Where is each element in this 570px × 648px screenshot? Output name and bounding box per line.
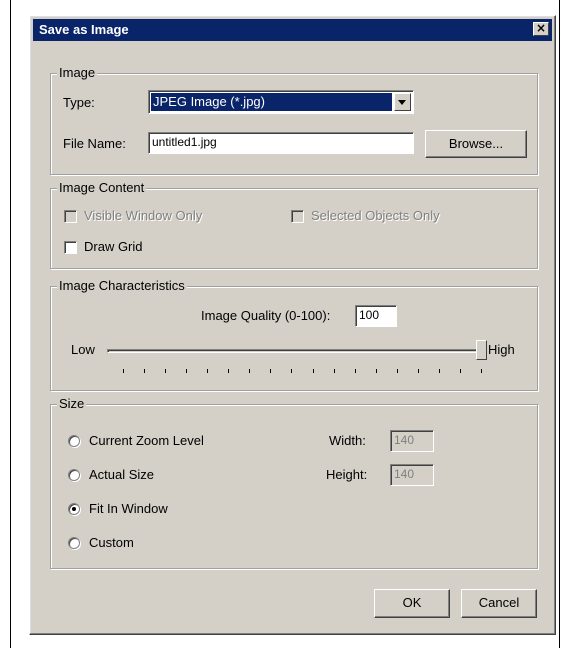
actual-size-label: Actual Size [89, 467, 155, 482]
slider-tick [123, 369, 124, 373]
height-label: Height: [326, 467, 368, 482]
filename-label: File Name: [63, 136, 126, 151]
draw-grid-checkbox[interactable] [64, 241, 77, 254]
slider-tick [375, 369, 377, 373]
image-characteristics-group-legend: Image Characteristics [57, 278, 187, 294]
type-label: Type: [63, 95, 95, 110]
actual-size-radio[interactable] [68, 469, 80, 481]
filename-input[interactable]: untitled1.jpg [148, 132, 414, 154]
type-select-value: JPEG Image (*.jpg) [151, 93, 392, 111]
slider-tick [481, 369, 482, 373]
selected-objects-only-label: Selected Objects Only [311, 208, 440, 223]
width-input[interactable]: 140 [390, 430, 434, 452]
close-button[interactable]: × [533, 22, 549, 36]
width-label: Width: [329, 433, 366, 448]
slider-tick [249, 369, 251, 373]
custom-label: Custom [89, 535, 134, 550]
ok-button[interactable]: OK [374, 589, 450, 618]
current-zoom-level-label: Current Zoom Level [89, 433, 204, 448]
image-quality-label: Image Quality (0-100): [201, 308, 331, 323]
cancel-button[interactable]: Cancel [461, 589, 537, 618]
visible-window-only-label: Visible Window Only [84, 208, 203, 223]
slider-tick [438, 369, 440, 373]
current-zoom-level-radio[interactable] [68, 435, 80, 447]
slider-tick [207, 369, 209, 373]
high-label: High [488, 342, 515, 357]
slider-tick [354, 369, 356, 373]
slider-tick [459, 369, 461, 373]
image-content-group-legend: Image Content [57, 180, 147, 196]
height-input[interactable]: 140 [390, 464, 434, 486]
browse-button[interactable]: Browse... [425, 130, 527, 158]
title-bar[interactable]: Save as Image × [33, 19, 552, 41]
slider-tick [186, 369, 188, 373]
slider-tick [312, 369, 314, 373]
slider-tick [165, 369, 167, 373]
slider-tick [291, 369, 293, 373]
fit-in-window-radio[interactable] [68, 503, 80, 515]
slider-tick [417, 369, 419, 373]
close-icon: × [535, 21, 547, 35]
slider-tick [396, 369, 398, 373]
visible-window-only-checkbox[interactable] [64, 210, 77, 223]
image-content-group: Image Content Visible Window Only Select… [50, 180, 538, 269]
image-group: Image Type: JPEG Image (*.jpg) File Name… [50, 65, 538, 175]
image-group-legend: Image [57, 65, 98, 81]
dialog-title: Save as Image [39, 22, 129, 37]
slider-tick [144, 369, 146, 373]
quality-slider-thumb[interactable] [476, 340, 487, 360]
type-select[interactable]: JPEG Image (*.jpg) [148, 90, 414, 114]
custom-radio[interactable] [68, 537, 80, 549]
chevron-down-icon[interactable] [394, 93, 411, 111]
low-label: Low [71, 342, 95, 357]
slider-tick [333, 369, 335, 373]
slider-tick [270, 369, 272, 373]
frame-line-right [559, 0, 560, 648]
slider-tick [228, 369, 230, 373]
size-group-legend: Size [57, 396, 87, 412]
draw-grid-label: Draw Grid [84, 239, 143, 254]
frame-line-left [10, 0, 11, 648]
image-quality-input[interactable]: 100 [355, 305, 397, 327]
fit-in-window-label: Fit In Window [89, 501, 168, 516]
size-group: Size Current Zoom Level Actual Size Fit … [50, 396, 538, 569]
image-characteristics-group: Image Characteristics Image Quality (0-1… [50, 278, 538, 391]
save-as-image-dialog: Save as Image × Image Type: JPEG Image (… [29, 15, 556, 635]
selected-objects-only-checkbox[interactable] [291, 210, 304, 223]
quality-slider-track[interactable] [107, 349, 481, 353]
